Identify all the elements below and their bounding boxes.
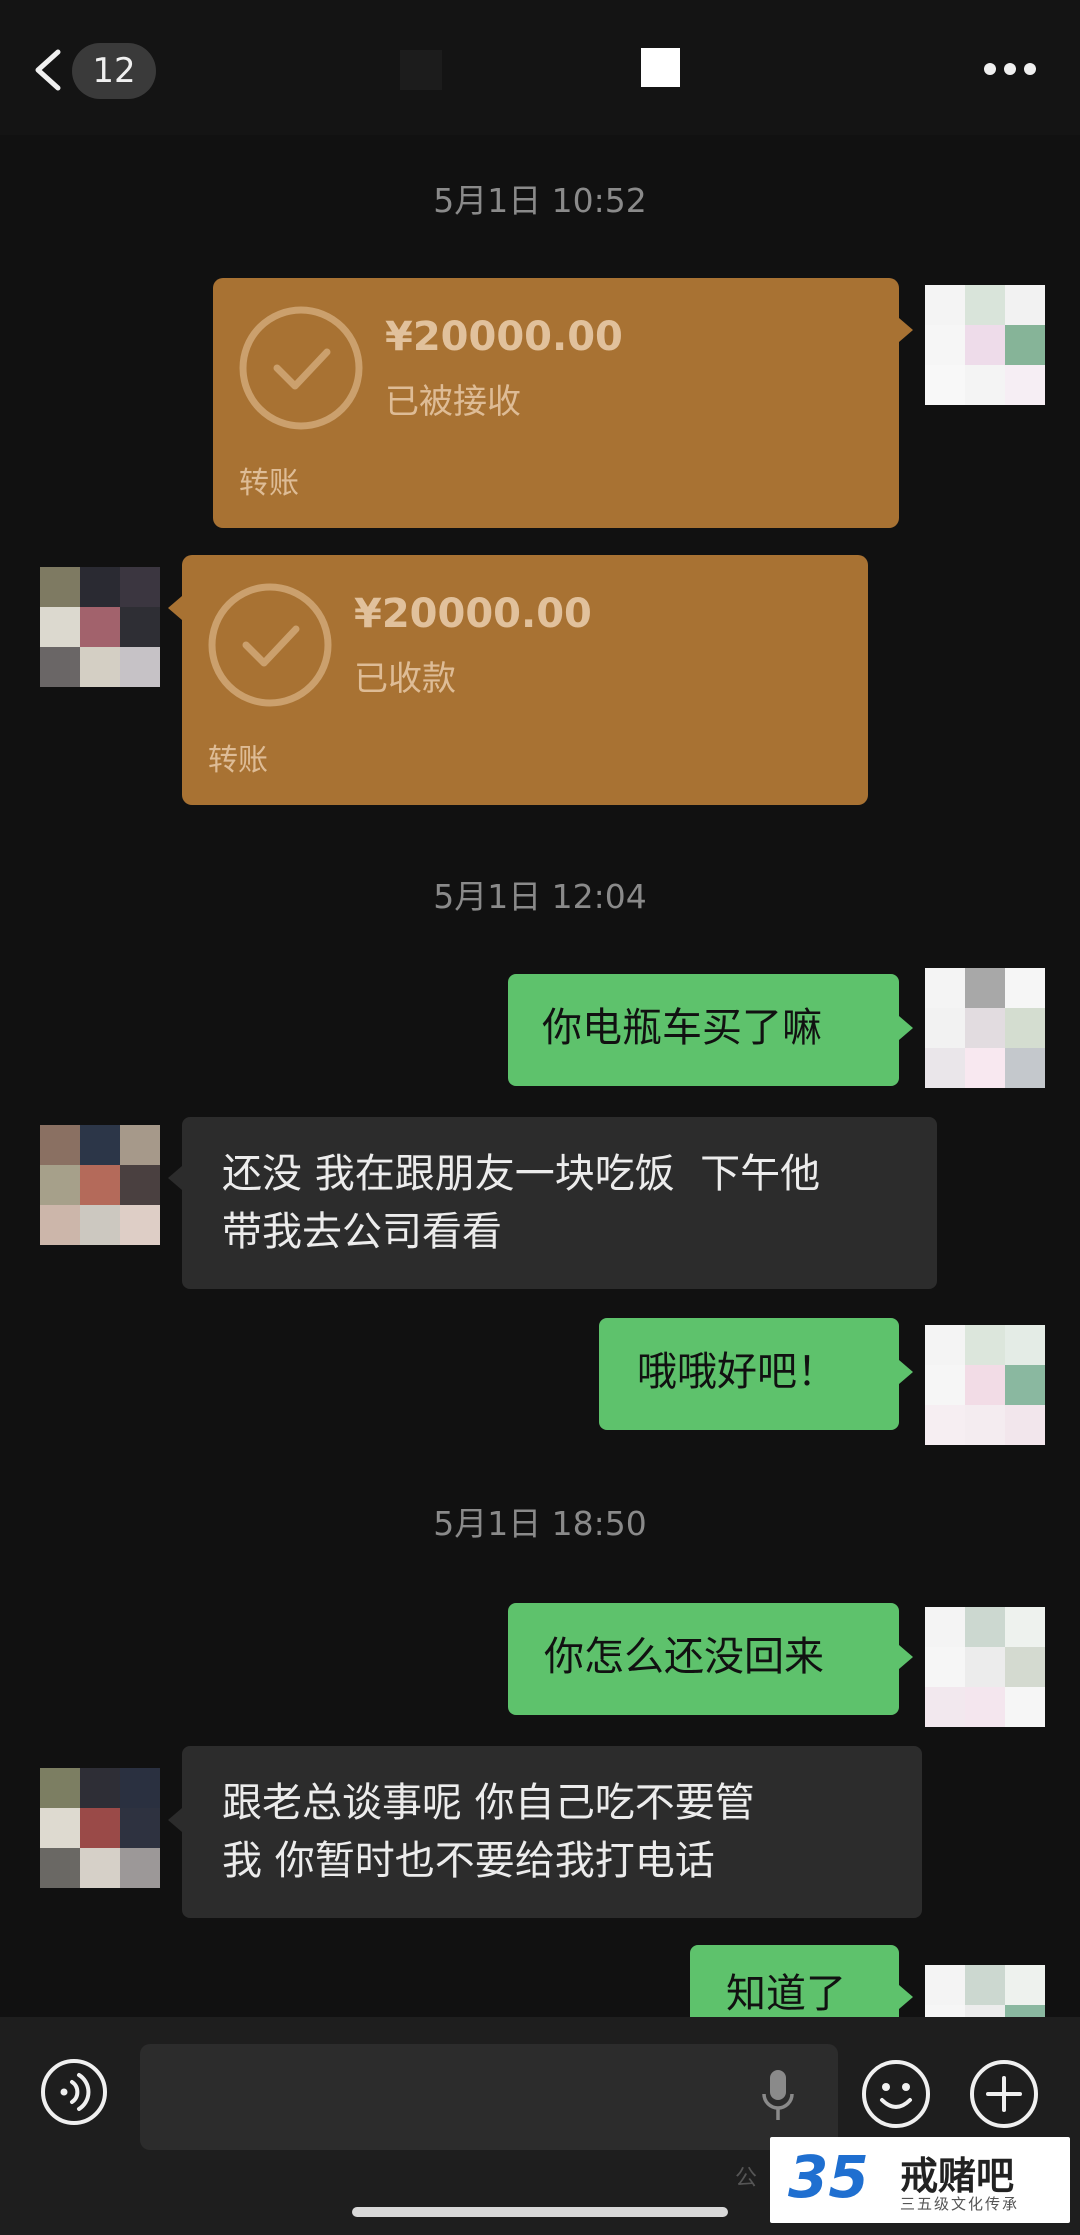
bubble-tail bbox=[899, 318, 913, 342]
watermark-subtitle: 三五级文化传承 bbox=[900, 2195, 1020, 2213]
watermark-logo: 35 戒赌吧 三五级文化传承 bbox=[770, 2137, 1070, 2223]
home-indicator[interactable] bbox=[352, 2207, 728, 2217]
bubble-tail bbox=[899, 1985, 913, 2009]
message-text-line: 带我去公司看看 bbox=[222, 1209, 502, 1255]
contact-name-redacted bbox=[400, 50, 442, 90]
watermark-left-text: 公 bbox=[735, 2166, 758, 2191]
bubble-tail bbox=[899, 1016, 913, 1040]
transfer-status: 已被接收 bbox=[385, 382, 521, 422]
transfer-card-sent[interactable]: ¥20000.00 已被接收 转账 bbox=[213, 278, 899, 528]
watermark-title: 戒赌吧 bbox=[900, 2154, 1015, 2198]
check-circle-icon bbox=[239, 306, 363, 430]
bubble-tail bbox=[168, 1808, 182, 1832]
watermark-number: 35 bbox=[788, 2143, 869, 2211]
transfer-amount: ¥20000.00 bbox=[354, 591, 592, 637]
check-circle-icon bbox=[208, 583, 332, 707]
contact-name-mask bbox=[641, 48, 680, 87]
avatar-self[interactable] bbox=[925, 1965, 1045, 2017]
avatar-self[interactable] bbox=[925, 1607, 1045, 1727]
message-bubble-sent[interactable]: 你电瓶车买了嘛 bbox=[508, 974, 899, 1086]
chat-header bbox=[0, 0, 1080, 135]
message-text-line: 我 你暂时也不要给我打电话 bbox=[222, 1838, 715, 1884]
avatar-self[interactable] bbox=[925, 285, 1045, 405]
message-bubble-sent[interactable]: 你怎么还没回来 bbox=[508, 1603, 899, 1715]
message-bubble-sent[interactable]: 哦哦好吧！ bbox=[599, 1318, 899, 1430]
transfer-amount: ¥20000.00 bbox=[385, 314, 623, 360]
microphone-icon[interactable] bbox=[760, 2068, 796, 2124]
back-chevron-icon[interactable] bbox=[30, 48, 70, 92]
emoji-icon[interactable] bbox=[860, 2058, 932, 2130]
bubble-tail bbox=[899, 1360, 913, 1384]
bubble-tail bbox=[899, 1645, 913, 1669]
message-bubble-received[interactable]: 还没 我在跟朋友一块吃饭 下午他 带我去公司看看 bbox=[182, 1117, 937, 1289]
avatar-contact[interactable] bbox=[40, 1125, 160, 1245]
transfer-label: 转账 bbox=[239, 466, 299, 501]
transfer-status: 已收款 bbox=[354, 659, 456, 699]
message-input[interactable] bbox=[140, 2044, 838, 2150]
avatar-self[interactable] bbox=[925, 968, 1045, 1088]
voice-input-icon[interactable] bbox=[40, 2058, 108, 2126]
more-options-icon[interactable] bbox=[984, 63, 1036, 77]
timestamp: 5月1日 12:04 bbox=[433, 877, 647, 916]
timestamp: 5月1日 18:50 bbox=[433, 1504, 647, 1543]
message-bubble-received[interactable]: 跟老总谈事呢 你自己吃不要管 我 你暂时也不要给我打电话 bbox=[182, 1746, 922, 1918]
plus-icon[interactable] bbox=[968, 2058, 1040, 2130]
message-text-line: 跟老总谈事呢 你自己吃不要管 bbox=[222, 1780, 755, 1826]
timestamp: 5月1日 10:52 bbox=[433, 181, 647, 220]
transfer-card-received[interactable]: ¥20000.00 已收款 转账 bbox=[182, 555, 868, 805]
transfer-label: 转账 bbox=[208, 743, 268, 778]
unread-count-badge[interactable]: 12 bbox=[72, 43, 156, 99]
avatar-contact[interactable] bbox=[40, 1768, 160, 1888]
avatar-self[interactable] bbox=[925, 1325, 1045, 1445]
bubble-tail bbox=[168, 1166, 182, 1190]
message-text-line: 还没 我在跟朋友一块吃饭 下午他 bbox=[222, 1151, 821, 1197]
avatar-contact[interactable] bbox=[40, 567, 160, 687]
bubble-tail bbox=[168, 596, 182, 620]
